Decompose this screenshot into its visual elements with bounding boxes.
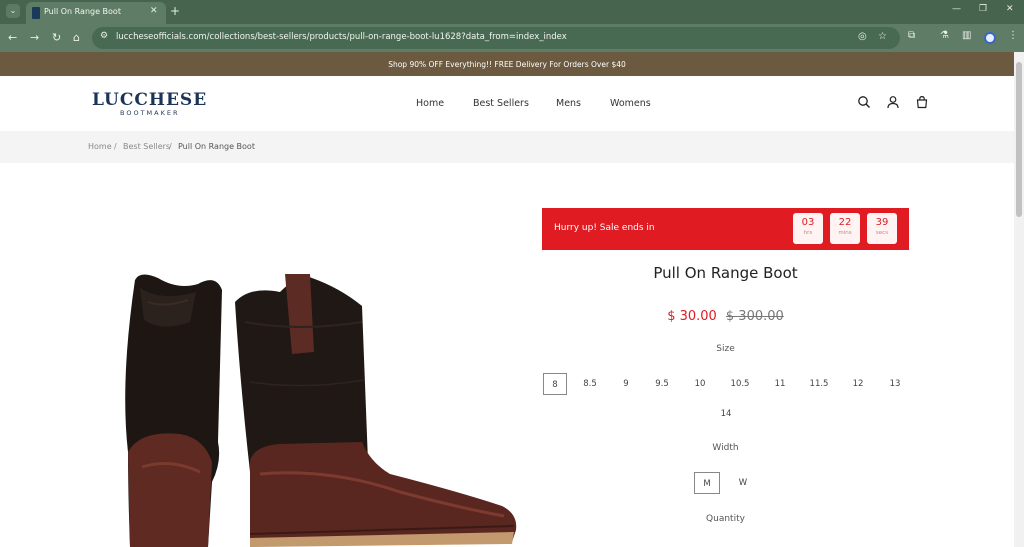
size-option-14[interactable]: 14 [714, 403, 738, 425]
restore-icon[interactable]: ❐ [979, 4, 987, 14]
bookmark-star-icon[interactable]: ☆ [878, 31, 887, 42]
promo-text: Shop 90% OFF Everything!! FREE Delivery … [388, 60, 626, 69]
new-tab-button[interactable]: + [170, 4, 180, 18]
size-option-13[interactable]: 13 [883, 373, 907, 395]
tab-title: Pull On Range Boot [44, 7, 121, 16]
nav-mens[interactable]: Mens [556, 98, 581, 109]
countdown-seconds-value: 39 [875, 217, 889, 228]
quantity-label: Quantity [706, 514, 745, 524]
breadcrumb-separator: / [114, 142, 117, 151]
menu-icon[interactable]: ⋮ [1008, 30, 1018, 41]
countdown-minutes: 22 mins [830, 213, 860, 244]
sale-countdown-bar: Hurry up! Sale ends in 03 hrs 22 mins 39… [542, 208, 909, 250]
eye-off-icon[interactable]: ◎ [858, 31, 867, 42]
forward-icon[interactable]: → [30, 31, 39, 45]
countdown-hours-unit: hrs [803, 230, 813, 236]
nav-womens[interactable]: Womens [610, 98, 651, 109]
product-image[interactable] [100, 262, 530, 547]
favicon-icon [32, 7, 40, 19]
breadcrumb-best-sellers[interactable]: Best Sellers [123, 142, 170, 151]
profile-avatar-icon[interactable] [984, 32, 996, 44]
browser-toolbar: ← → ↻ ⌂ ⚙ luccheseofficials.com/collecti… [0, 24, 1024, 52]
sale-countdown-label: Hurry up! Sale ends in [554, 223, 655, 233]
nav-best-sellers[interactable]: Best Sellers [473, 98, 529, 109]
size-option-12[interactable]: 12 [846, 373, 870, 395]
url-text[interactable]: luccheseofficials.com/collections/best-s… [116, 32, 567, 42]
site-header: LUCCHESE BOOTMAKER Home Best Sellers Men… [0, 76, 1014, 131]
width-option-w[interactable]: W [730, 472, 756, 494]
breadcrumb-separator: / [169, 142, 172, 151]
labs-icon[interactable]: ⚗ [940, 30, 949, 41]
scrollbar-thumb[interactable] [1016, 62, 1022, 217]
minimize-icon[interactable]: — [952, 4, 961, 14]
countdown-minutes-value: 22 [838, 217, 852, 228]
browser-tab-bar: ⌄ Pull On Range Boot ✕ + — ❐ ✕ [0, 0, 1024, 24]
size-option-10-5[interactable]: 10.5 [728, 373, 752, 395]
width-label: Width [712, 443, 739, 453]
extensions-icon[interactable]: ⧉ [908, 30, 915, 41]
breadcrumb: Home / Best Sellers / Pull On Range Boot [0, 131, 1014, 163]
tab-search-button[interactable]: ⌄ [6, 4, 20, 18]
site-info-icon[interactable]: ⚙ [100, 31, 108, 41]
close-tab-icon[interactable]: ✕ [150, 6, 158, 16]
reload-icon[interactable]: ↻ [52, 31, 61, 45]
search-icon[interactable] [857, 95, 871, 109]
countdown-seconds: 39 secs [867, 213, 897, 244]
size-option-11[interactable]: 11 [768, 373, 792, 395]
countdown-seconds-unit: secs [875, 230, 889, 236]
size-option-8[interactable]: 8 [543, 373, 567, 395]
logo-wordmark: LUCCHESE [92, 90, 208, 110]
width-option-m[interactable]: M [694, 472, 720, 494]
original-price: $ 300.00 [725, 309, 784, 324]
size-label: Size [716, 344, 735, 354]
logo-tagline: BOOTMAKER [120, 109, 180, 117]
side-panel-icon[interactable]: ▥ [962, 30, 971, 41]
close-window-icon[interactable]: ✕ [1006, 4, 1014, 14]
sale-price: $ 30.00 [667, 309, 717, 324]
nav-home[interactable]: Home [416, 98, 444, 109]
size-option-10[interactable]: 10 [688, 373, 712, 395]
promo-banner: Shop 90% OFF Everything!! FREE Delivery … [0, 52, 1014, 76]
breadcrumb-home[interactable]: Home [88, 142, 112, 151]
countdown-minutes-unit: mins [838, 230, 852, 236]
account-icon[interactable] [886, 95, 900, 109]
brand-logo[interactable]: LUCCHESE BOOTMAKER [92, 90, 207, 117]
address-bar[interactable]: ⚙ luccheseofficials.com/collections/best… [92, 27, 900, 49]
breadcrumb-current: Pull On Range Boot [178, 142, 255, 151]
size-option-9[interactable]: 9 [614, 373, 638, 395]
size-option-8-5[interactable]: 8.5 [578, 373, 602, 395]
size-option-11-5[interactable]: 11.5 [807, 373, 831, 395]
product-title: Pull On Range Boot [653, 264, 798, 282]
back-icon[interactable]: ← [8, 31, 17, 45]
countdown-hours: 03 hrs [793, 213, 823, 244]
browser-tab[interactable]: Pull On Range Boot ✕ [26, 2, 166, 24]
size-option-9-5[interactable]: 9.5 [650, 373, 674, 395]
home-icon[interactable]: ⌂ [73, 31, 80, 45]
cart-icon[interactable] [915, 95, 929, 109]
countdown-hours-value: 03 [801, 217, 815, 228]
page-scrollbar[interactable] [1014, 52, 1024, 547]
price-row: $ 30.00 $ 300.00 [542, 305, 909, 324]
